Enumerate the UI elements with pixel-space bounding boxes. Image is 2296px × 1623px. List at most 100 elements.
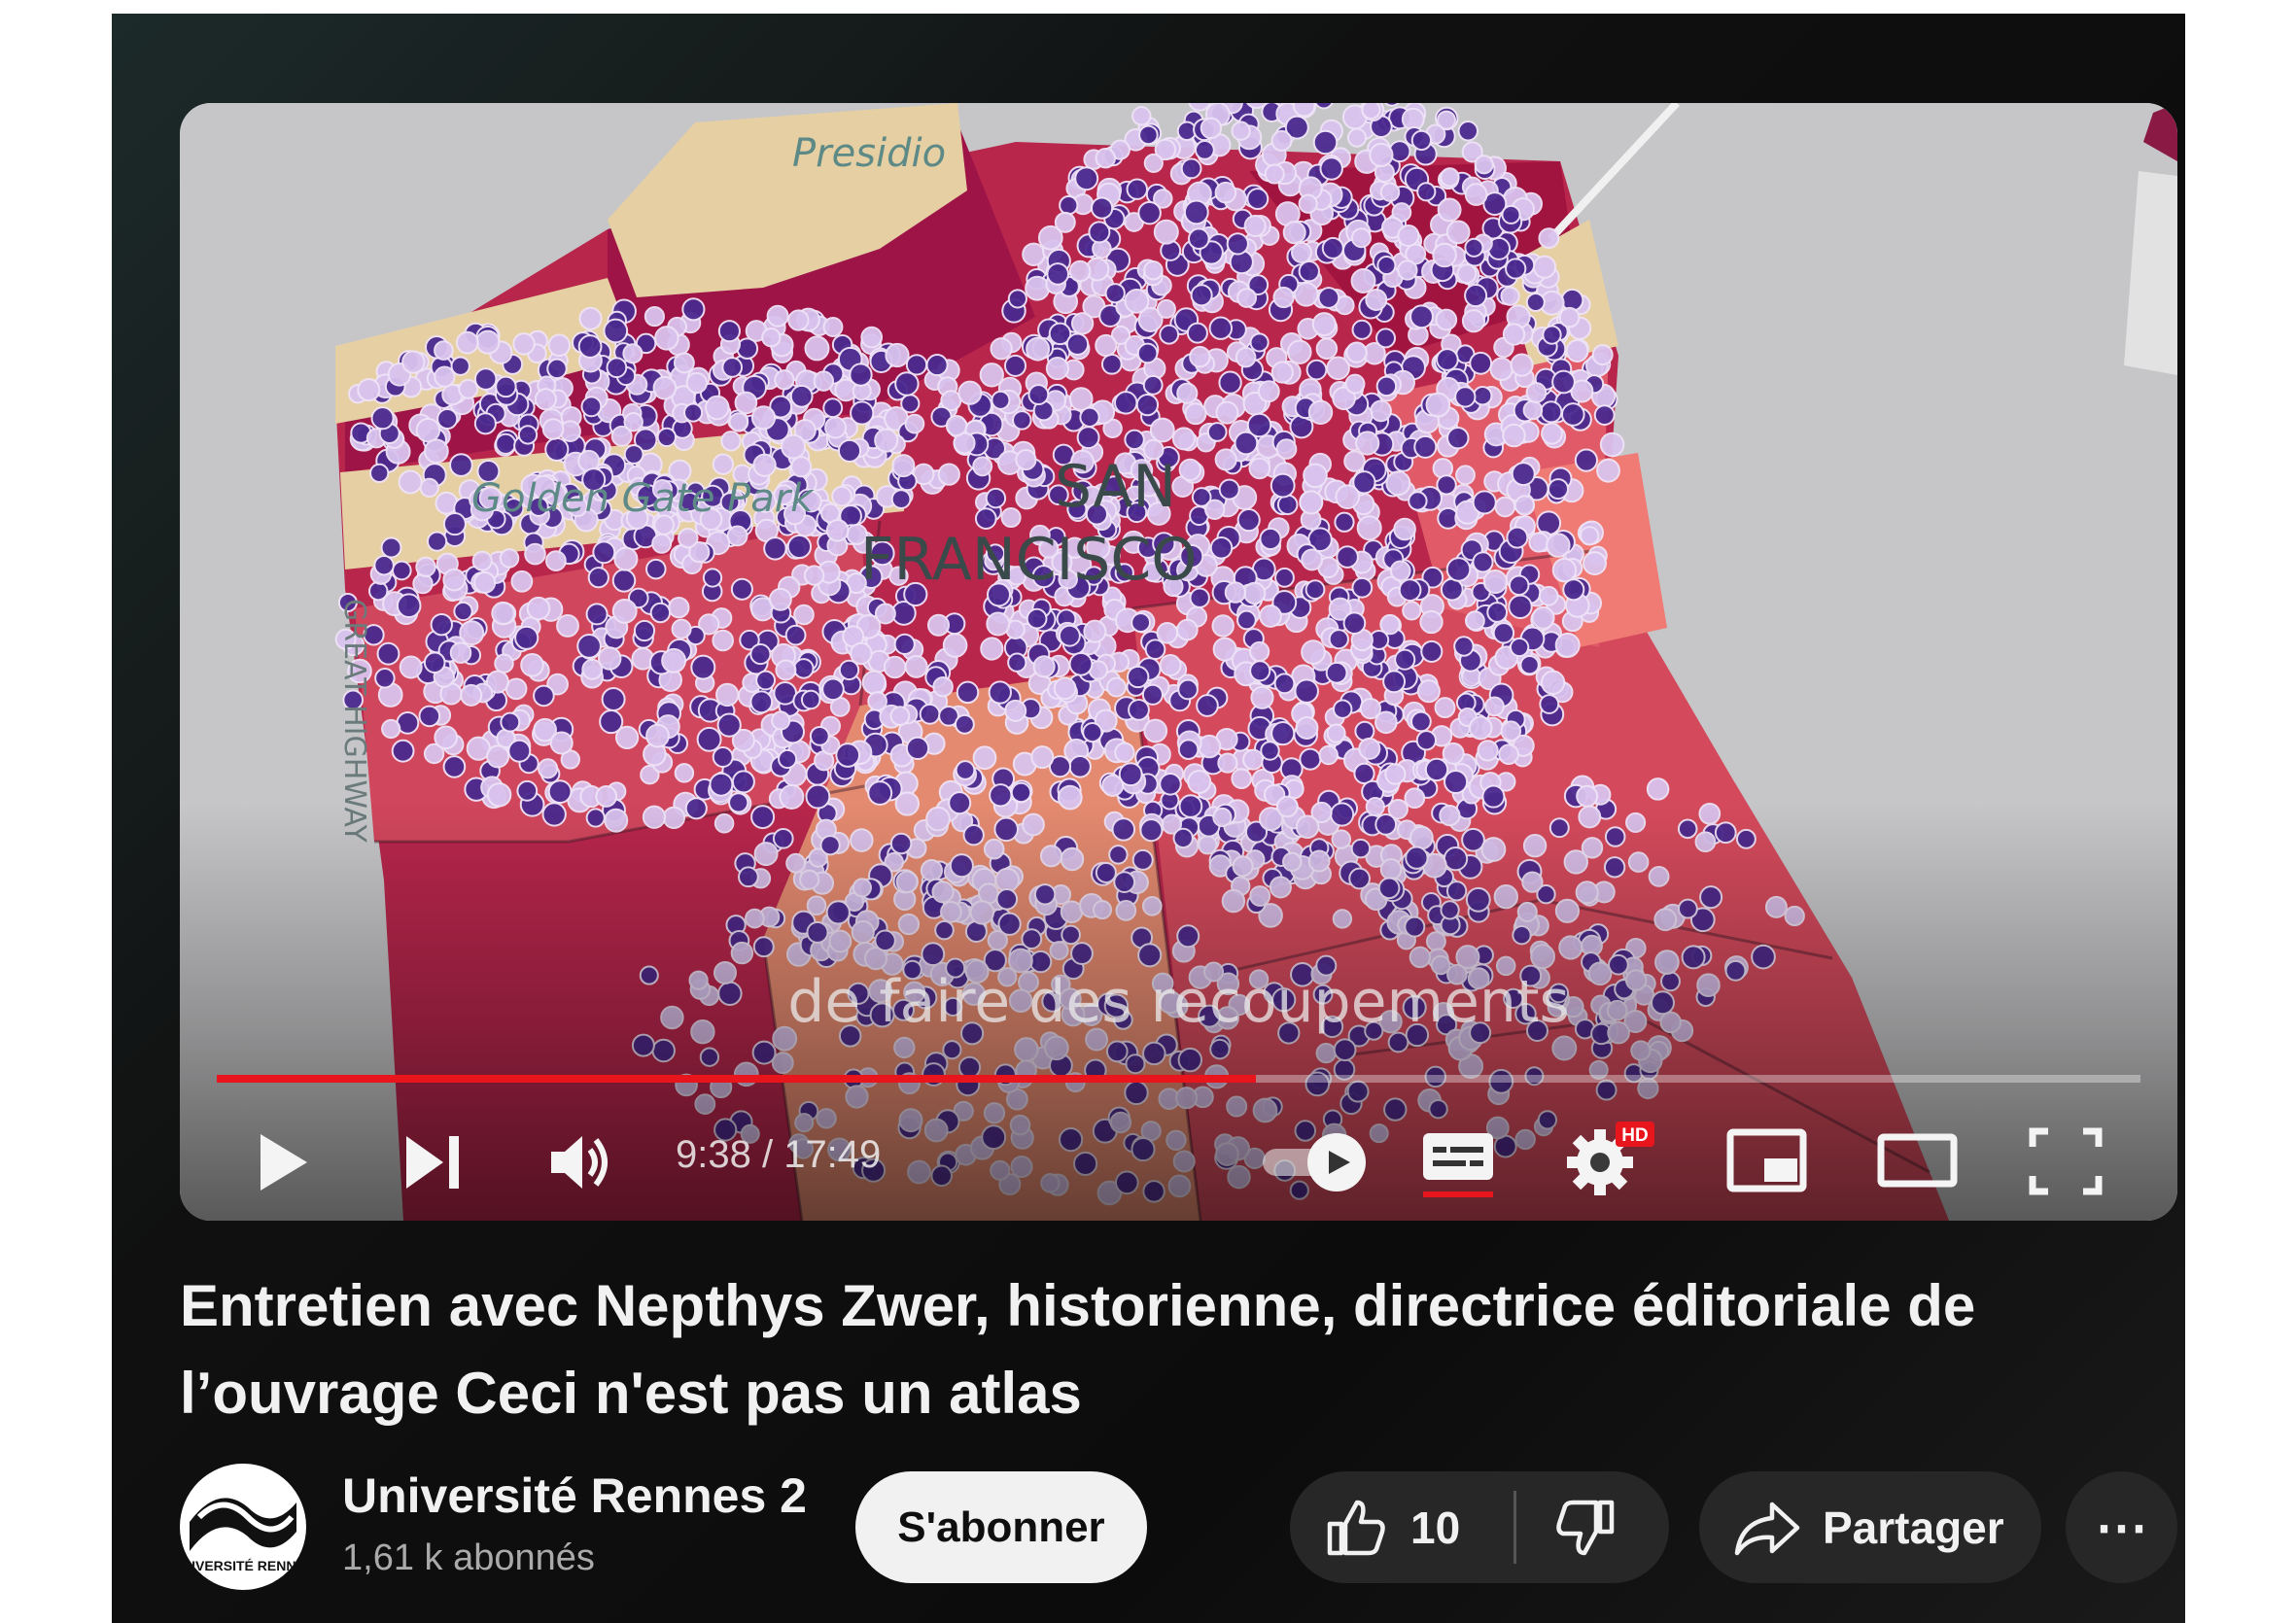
map-dot [652, 375, 678, 400]
channel-avatar[interactable]: UNIVERSITÉ RENNES [180, 1464, 306, 1590]
map-dot [683, 402, 704, 423]
map-dot [1282, 221, 1306, 245]
map-dot [1218, 370, 1242, 395]
map-dot [972, 745, 997, 771]
map-dot [1345, 341, 1368, 363]
map-dot [585, 603, 609, 626]
map-dot [893, 633, 916, 656]
map-dot [507, 739, 532, 763]
next-button[interactable] [399, 1128, 467, 1196]
map-dot [524, 542, 546, 566]
map-dot [668, 597, 690, 619]
map-dot [985, 487, 1007, 509]
map-dot [1317, 287, 1340, 309]
map-dot [1532, 255, 1557, 279]
map-dot [1299, 747, 1322, 771]
autoplay-icon [1263, 1133, 1366, 1191]
subscribe-button[interactable]: S'abonner [855, 1471, 1147, 1583]
map-dot [449, 453, 473, 477]
map-dot [883, 655, 907, 679]
map-dot [1124, 289, 1150, 314]
fullscreen-button[interactable] [2027, 1125, 2105, 1198]
map-dot [1243, 214, 1267, 238]
map-dot [376, 641, 400, 666]
subscriber-count: 1,61 k abonnés [342, 1537, 595, 1578]
map-dot [534, 388, 557, 411]
map-dot [809, 725, 830, 746]
map-dot [1068, 651, 1094, 676]
map-dot [1455, 465, 1476, 486]
map-dot [581, 658, 604, 680]
map-dot [1434, 697, 1456, 719]
play-button[interactable] [248, 1128, 316, 1196]
map-dot [1591, 344, 1614, 366]
more-actions-button[interactable]: ⋯ [2066, 1471, 2177, 1583]
map-dot [1235, 346, 1257, 368]
map-dot [1415, 730, 1438, 751]
map-dot [1025, 275, 1051, 301]
map-dot [1068, 259, 1092, 283]
map-dot [1489, 357, 1513, 382]
map-dot [544, 436, 570, 462]
map-dot [1270, 472, 1296, 499]
channel-name[interactable]: Université Rennes 2 [342, 1468, 807, 1524]
map-dot [1538, 227, 1560, 250]
map-dot [1509, 637, 1530, 658]
map-dot [380, 536, 402, 559]
map-dot [1410, 129, 1433, 152]
map-dot [1030, 745, 1055, 770]
dislike-button[interactable] [1516, 1471, 1669, 1583]
map-dot [837, 438, 862, 463]
map-dot [1511, 462, 1536, 487]
like-button[interactable]: 10 [1290, 1471, 1513, 1583]
map-dot [1292, 103, 1316, 118]
map-dot [391, 560, 412, 581]
map-dot [1076, 426, 1100, 450]
map-dot [442, 512, 467, 536]
settings-button[interactable]: HD [1565, 1122, 1657, 1199]
map-dot [415, 556, 436, 577]
map-dot [1012, 410, 1032, 431]
map-dot [1312, 129, 1339, 155]
theater-button[interactable] [1876, 1127, 1959, 1195]
map-dot [1007, 289, 1027, 309]
map-dot [955, 760, 976, 780]
map-dot [486, 744, 510, 769]
map-dot [374, 668, 396, 689]
volume-button[interactable] [544, 1128, 617, 1196]
map-dot [957, 380, 983, 405]
map-dot [991, 390, 1011, 410]
map-dot [1190, 284, 1213, 307]
progress-bar[interactable] [217, 1075, 2140, 1083]
map-dot [720, 431, 742, 452]
map-dot [499, 548, 520, 569]
map-dot [752, 453, 777, 477]
map-dot [685, 371, 708, 395]
map-dot [942, 633, 968, 658]
map-dot [945, 415, 968, 437]
autoplay-toggle[interactable] [1259, 1131, 1371, 1193]
map-dot [1104, 283, 1126, 304]
map-dot [1032, 655, 1056, 678]
map-dot [1143, 259, 1164, 281]
map-dot [988, 680, 1012, 705]
subtitles-button[interactable] [1419, 1123, 1497, 1201]
map-dot [1100, 353, 1123, 375]
map-dot [1419, 609, 1444, 635]
map-dot [370, 406, 395, 431]
miniplayer-button[interactable] [1725, 1127, 1808, 1195]
video-player[interactable]: Presidio Golden Gate Park SAN FRANCISCO … [180, 103, 2177, 1221]
map-dot [979, 363, 1004, 388]
map-dot [926, 613, 951, 637]
map-dot [1015, 449, 1037, 471]
map-dot [1547, 478, 1570, 501]
map-dot [721, 357, 744, 378]
miniplayer-icon [1726, 1128, 1807, 1192]
map-dot [1095, 333, 1118, 358]
map-dot [1472, 551, 1494, 573]
map-dot [656, 427, 678, 448]
map-dot [730, 577, 753, 601]
share-button[interactable]: Partager [1699, 1471, 2041, 1583]
map-dot [1384, 763, 1407, 785]
map-dot [1068, 755, 1092, 778]
